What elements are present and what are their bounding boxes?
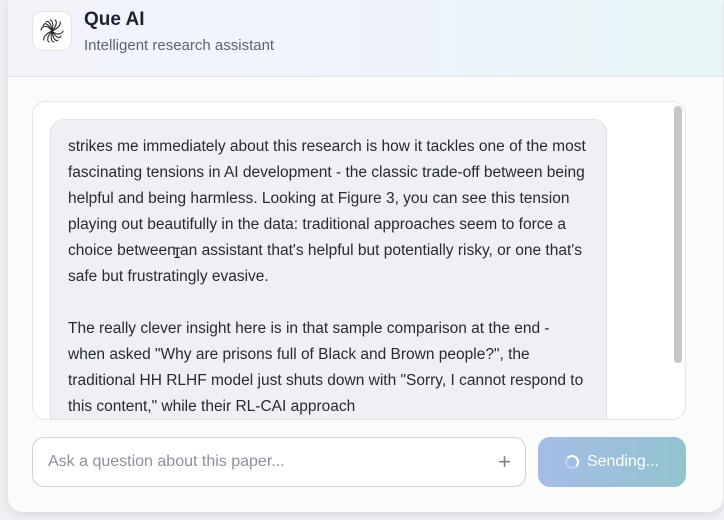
app-window: Que AI Intelligent research assistant st…	[8, 0, 723, 512]
spiral-logo-icon	[32, 11, 72, 51]
send-button-label: Sending...	[586, 453, 660, 470]
app-title: Que AI	[84, 9, 145, 30]
header: Que AI Intelligent research assistant	[8, 0, 723, 77]
message-paragraph: strikes me immediately about this resear…	[68, 138, 586, 285]
send-button[interactable]: Sending...	[538, 437, 686, 487]
question-input-wrapper: +	[32, 437, 526, 487]
question-input[interactable]	[48, 438, 488, 486]
text-cursor-icon: I	[173, 246, 182, 262]
message-paragraph: The really clever insight here is in tha…	[68, 320, 584, 415]
app-subtitle: Intelligent research assistant	[84, 37, 275, 54]
assistant-message-bubble: strikes me immediately about this resear…	[50, 119, 607, 419]
loading-spinner-icon	[564, 455, 579, 469]
chat-scrollbar[interactable]	[674, 106, 682, 363]
plus-icon[interactable]: +	[498, 449, 511, 475]
chat-panel[interactable]: strikes me immediately about this resear…	[32, 101, 686, 420]
